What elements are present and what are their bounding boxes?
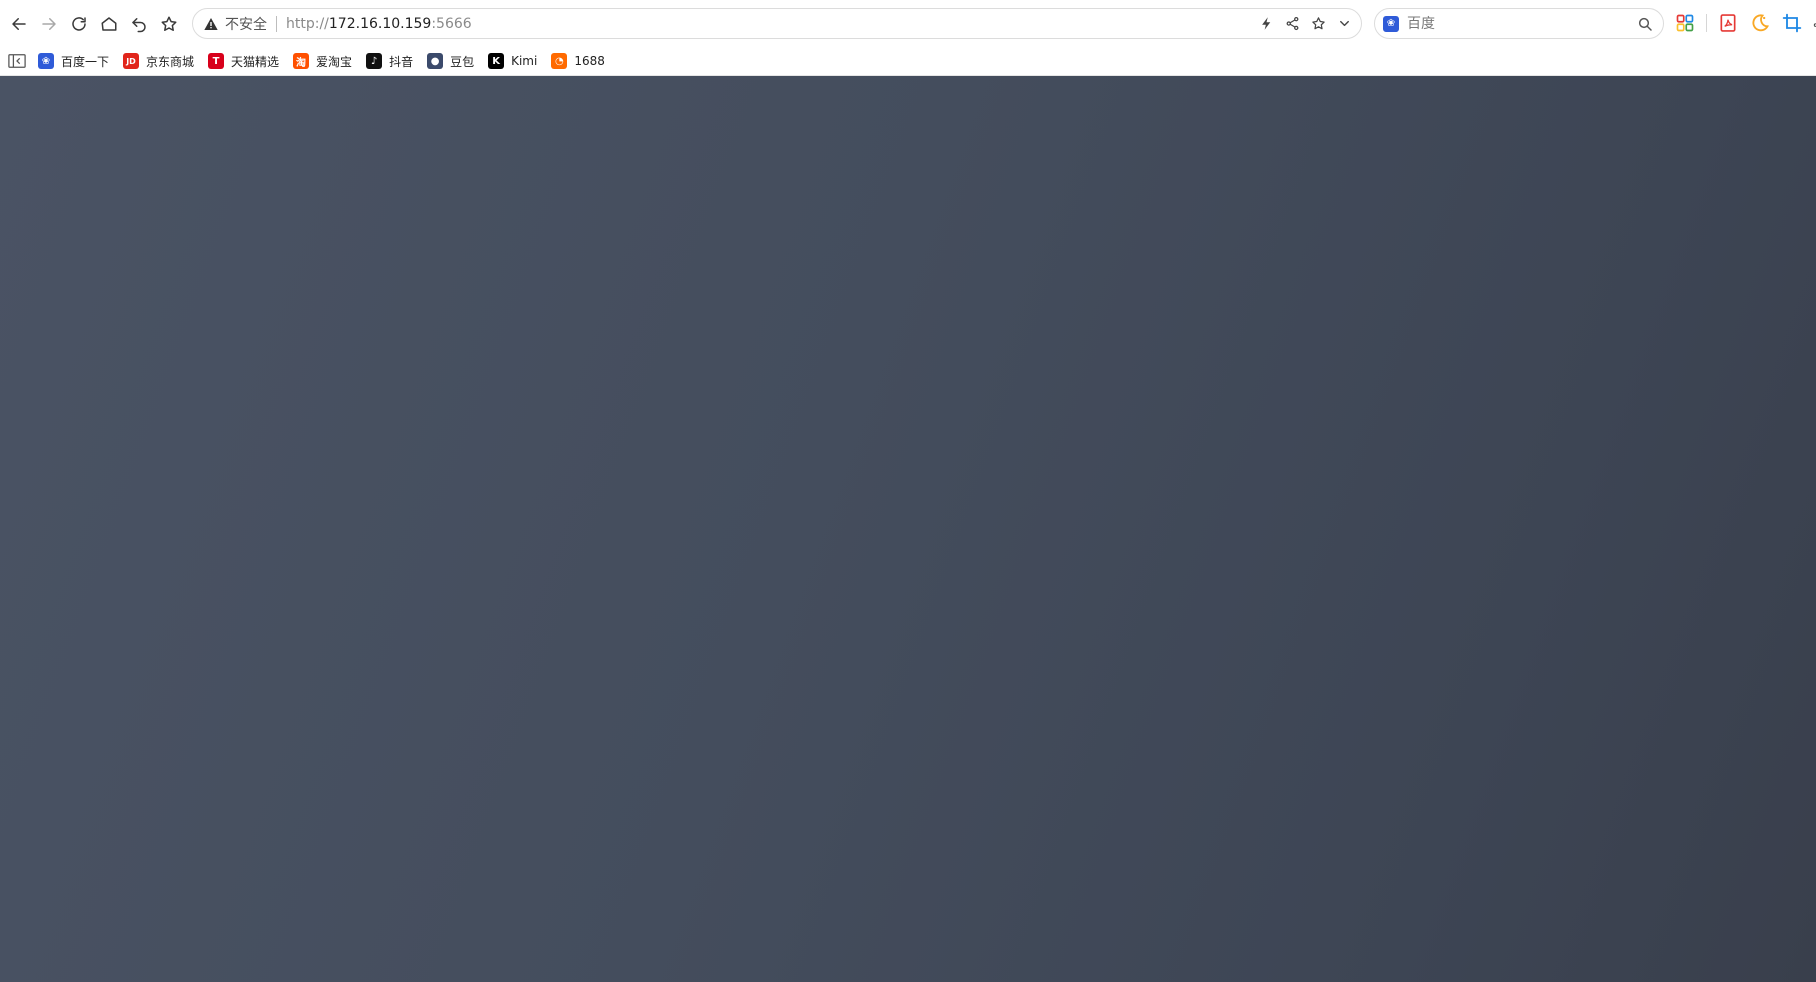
bookmark-label: 1688 bbox=[574, 54, 605, 68]
1688-icon: ◔ bbox=[551, 53, 568, 69]
browser-toolbar: 不安全 http://172.16.10.159:5666 ❀ bbox=[0, 0, 1816, 47]
search-box[interactable]: ❀ bbox=[1374, 8, 1664, 39]
forward-button[interactable] bbox=[34, 9, 64, 39]
undo-icon bbox=[132, 17, 146, 32]
share-icon bbox=[1286, 16, 1298, 31]
lightning-icon bbox=[1261, 17, 1270, 30]
back-button[interactable] bbox=[4, 9, 34, 39]
jd-icon: JD bbox=[123, 53, 140, 69]
moon-icon bbox=[1752, 14, 1770, 32]
url-scheme: http:// bbox=[286, 15, 329, 32]
night-mode-button[interactable] bbox=[1749, 12, 1771, 34]
undo-close-tab-button[interactable] bbox=[124, 9, 154, 39]
bookmark-label: 爱淘宝 bbox=[316, 54, 353, 69]
bookmarks-bar: ❀ 百度一下 JD 京东商城 T 天猫精选淘爱淘宝 ♪ 抖音 ● 豆包 K Kimi ◔ 1688 bbox=[0, 47, 1816, 76]
toolbar-divider bbox=[1706, 14, 1707, 32]
bookmark-label: 抖音 bbox=[389, 54, 414, 69]
url-host: 172.16.10.159 bbox=[328, 15, 432, 32]
speed-mode-button[interactable] bbox=[1257, 15, 1275, 33]
search-input[interactable] bbox=[1405, 14, 1637, 33]
apps-grid-icon bbox=[1676, 14, 1694, 32]
douyin-icon: ♪ bbox=[366, 53, 383, 69]
bookmark-label: 百度一下 bbox=[61, 54, 110, 69]
bookmark-list: ❀ 百度一下 JD 京东商城 T 天猫精选淘爱淘宝 ♪ 抖音 ● 豆包 K Kimi ◔ 1688 bbox=[38, 53, 619, 70]
bookmark-label: 天猫精选 bbox=[231, 54, 280, 69]
kimi-icon: K bbox=[488, 53, 505, 69]
home-icon bbox=[101, 16, 117, 31]
home-button[interactable] bbox=[94, 9, 124, 39]
warning-icon bbox=[204, 17, 218, 30]
crop-icon bbox=[1782, 13, 1802, 33]
bookmark-label: 京东商城 bbox=[146, 54, 195, 69]
pdf-icon bbox=[1720, 14, 1736, 32]
star-outline-icon bbox=[161, 16, 177, 31]
address-divider bbox=[276, 15, 277, 32]
address-dropdown-button[interactable] bbox=[1335, 15, 1353, 33]
arrow-left-icon bbox=[12, 17, 26, 30]
bookmark-item[interactable]: T 天猫精选 bbox=[208, 53, 279, 70]
page-content bbox=[0, 76, 1816, 982]
bookmark-item[interactable]: ● 豆包 bbox=[427, 53, 474, 70]
baidu-search-engine-icon[interactable]: ❀ bbox=[1383, 15, 1399, 32]
url-port: :5666 bbox=[431, 15, 472, 32]
tmall-icon: T bbox=[208, 53, 225, 69]
chevron-down-icon bbox=[1339, 20, 1349, 27]
favorites-button[interactable] bbox=[154, 9, 184, 39]
bookmark-item[interactable]: 淘爱淘宝 bbox=[293, 53, 352, 70]
share-button[interactable] bbox=[1283, 15, 1301, 33]
url-text[interactable]: http://172.16.10.159:5666 bbox=[286, 16, 1257, 32]
bookmark-label: Kimi bbox=[511, 54, 538, 68]
doubao-icon: ● bbox=[427, 53, 444, 69]
bookmark-item[interactable]: ❀ 百度一下 bbox=[38, 53, 109, 70]
bookmark-item[interactable]: ◔ 1688 bbox=[551, 53, 605, 69]
security-status-label[interactable]: 不安全 bbox=[225, 14, 267, 34]
bookmark-label: 豆包 bbox=[450, 54, 475, 69]
taobao-icon: 淘 bbox=[293, 53, 310, 69]
screenshot-crop-button[interactable] bbox=[1781, 12, 1803, 34]
reload-icon bbox=[72, 16, 86, 31]
bookmark-item[interactable]: JD 京东商城 bbox=[123, 53, 194, 70]
pdf-extension-button[interactable] bbox=[1717, 12, 1739, 34]
baidu-icon: ❀ bbox=[38, 53, 54, 69]
reload-button[interactable] bbox=[64, 9, 94, 39]
star-icon bbox=[1311, 17, 1325, 30]
apps-extension-button[interactable] bbox=[1674, 12, 1696, 34]
address-bar[interactable]: 不安全 http://172.16.10.159:5666 bbox=[192, 8, 1362, 39]
arrow-right-icon bbox=[42, 17, 56, 30]
bookmark-page-button[interactable] bbox=[1309, 15, 1327, 33]
search-icon[interactable] bbox=[1637, 16, 1653, 32]
bookmark-item[interactable]: ♪ 抖音 bbox=[366, 53, 413, 70]
sidebar-toggle-icon[interactable] bbox=[8, 53, 26, 69]
bookmark-item[interactable]: K Kimi bbox=[488, 53, 537, 69]
